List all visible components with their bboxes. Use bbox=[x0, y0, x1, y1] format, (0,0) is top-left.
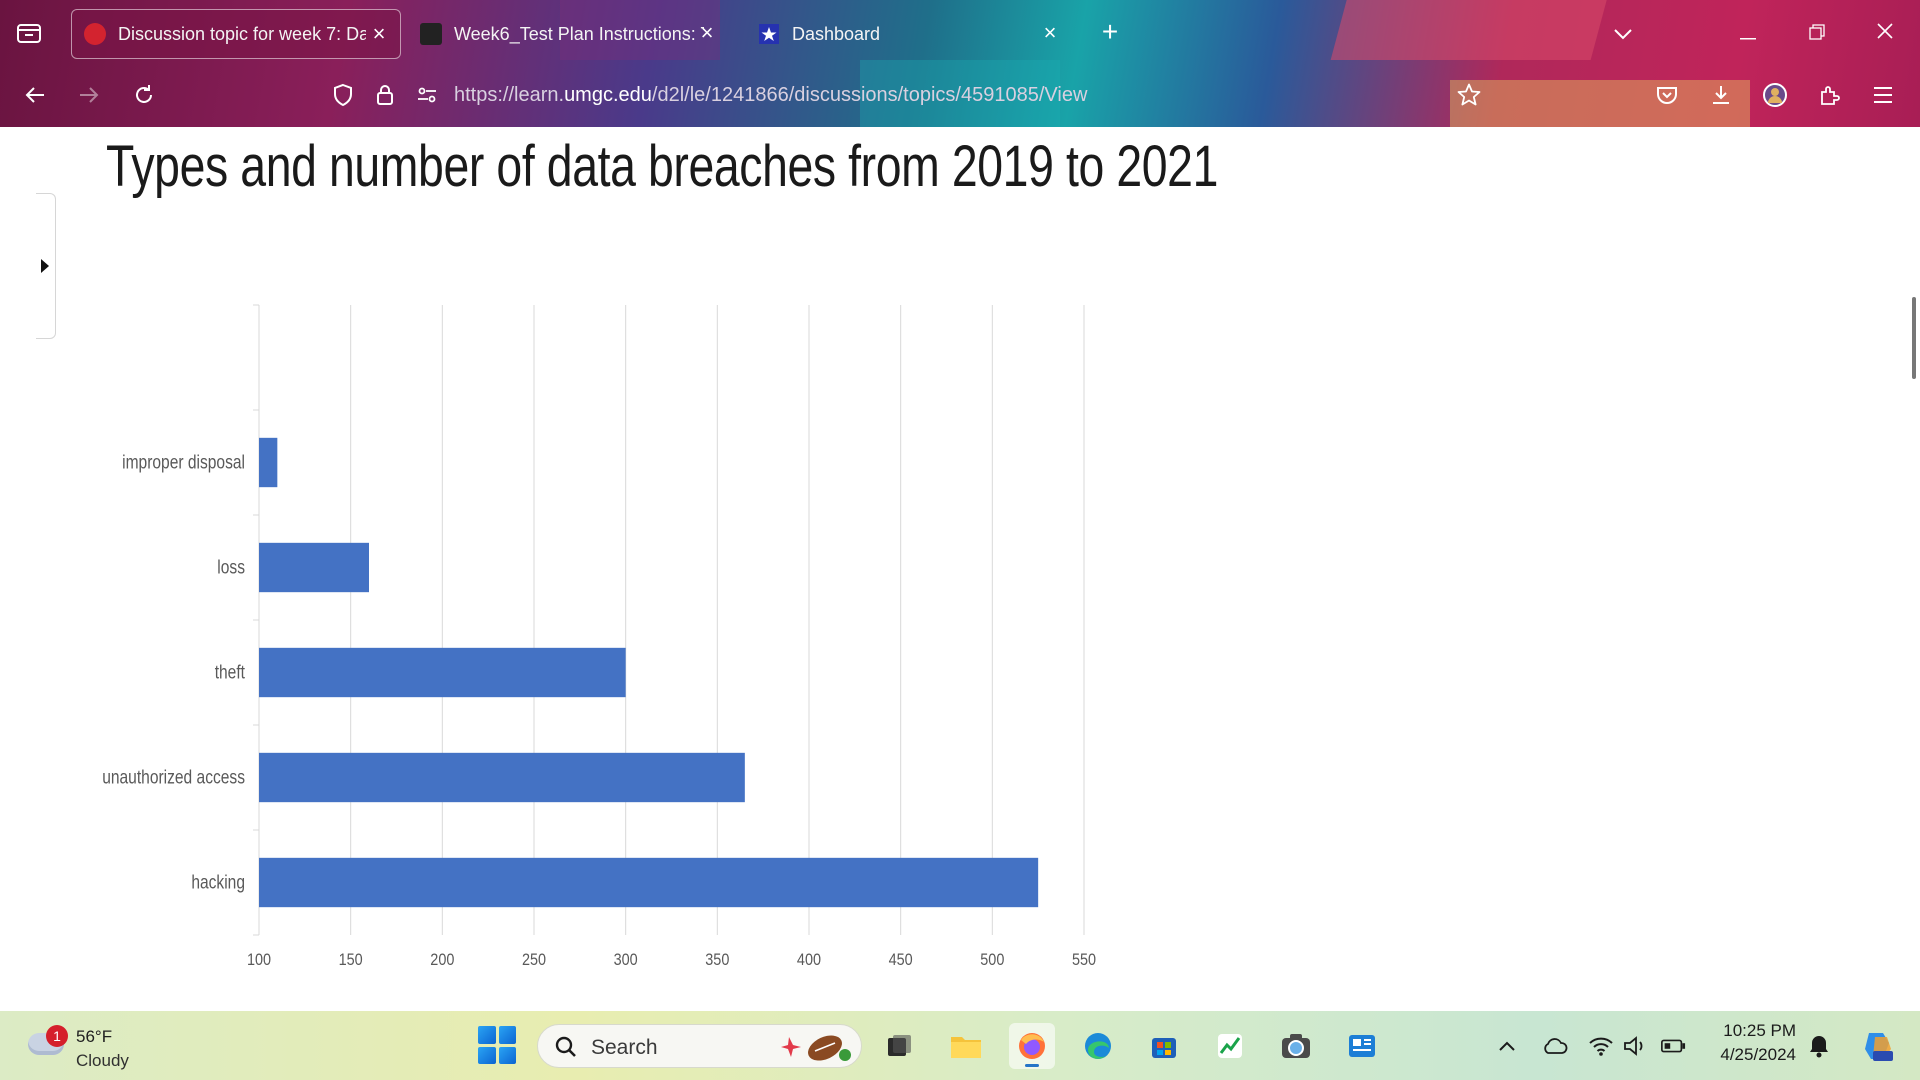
url-domain: umgc.edu bbox=[564, 84, 652, 106]
x-tick-label: 250 bbox=[522, 951, 546, 969]
news-app-icon[interactable] bbox=[1339, 1023, 1385, 1069]
category-label: unauthorized access bbox=[102, 766, 245, 788]
tab-title: Discussion topic for week 7: Dat bbox=[118, 23, 366, 44]
document-favicon-icon bbox=[420, 23, 442, 45]
bar bbox=[259, 752, 745, 803]
bar-chart: 100 150 200 250 300 350 400 450 500 550 improper d… bbox=[102, 304, 1096, 969]
edge-icon[interactable] bbox=[1075, 1023, 1121, 1069]
reload-icon[interactable] bbox=[127, 78, 161, 112]
scrollbar-thumb[interactable] bbox=[1912, 297, 1916, 379]
search-placeholder: Search bbox=[591, 1036, 658, 1059]
lock-icon[interactable] bbox=[368, 78, 402, 112]
wifi-icon[interactable] bbox=[1588, 1033, 1614, 1059]
close-tab-icon[interactable]: × bbox=[368, 23, 390, 45]
close-tab-icon[interactable]: × bbox=[696, 22, 718, 44]
weather-temperature: 56°F bbox=[76, 1027, 113, 1046]
x-tick-label: 100 bbox=[247, 951, 271, 969]
show-hidden-icons-chevron-icon[interactable] bbox=[1494, 1033, 1520, 1059]
browser-chrome: Discussion topic for week 7: Dat × Week6… bbox=[0, 0, 1920, 127]
new-tab-icon[interactable]: + bbox=[1095, 18, 1125, 48]
x-tick-label: 500 bbox=[980, 951, 1004, 969]
x-tick-label: 150 bbox=[339, 951, 363, 969]
start-button[interactable] bbox=[478, 1026, 516, 1064]
permissions-icon[interactable] bbox=[410, 78, 444, 112]
list-all-tabs-icon[interactable] bbox=[1606, 16, 1640, 50]
bar bbox=[259, 542, 369, 593]
bar bbox=[259, 647, 626, 698]
notification-badge: 1 bbox=[46, 1025, 68, 1047]
notification-bell-icon[interactable] bbox=[1806, 1033, 1832, 1059]
category-label: hacking bbox=[191, 871, 245, 893]
tab-discussion[interactable]: Discussion topic for week 7: Dat × bbox=[71, 9, 401, 59]
tab-title: Week6_Test Plan Instructions: Th bbox=[454, 23, 704, 44]
account-avatar-icon[interactable] bbox=[1758, 78, 1792, 112]
firefox-taskbar-icon[interactable] bbox=[1009, 1023, 1055, 1069]
url-path: /d2l/le/1241866/discussions/topics/45910… bbox=[651, 84, 1088, 106]
minimize-icon[interactable] bbox=[1731, 16, 1765, 50]
page-content: Types and number of data breaches from 2… bbox=[0, 127, 1920, 1011]
clock-date: 4/25/2024 bbox=[1720, 1045, 1796, 1064]
weather-condition: Cloudy bbox=[76, 1051, 129, 1070]
camera-icon[interactable] bbox=[1273, 1023, 1319, 1069]
battery-icon[interactable] bbox=[1660, 1033, 1686, 1059]
clock-time: 10:25 PM bbox=[1723, 1021, 1796, 1040]
weather-widget[interactable]: 1 56°F Cloudy bbox=[26, 1019, 186, 1071]
category-label: improper disposal bbox=[122, 451, 245, 473]
x-tick-label: 300 bbox=[614, 951, 638, 969]
taskbar: 1 56°F Cloudy Search 10:25 PM 4/25/2024 bbox=[0, 1011, 1920, 1080]
x-tick-label: 550 bbox=[1072, 951, 1096, 969]
url-bar[interactable]: https://learn.umgc.edu/d2l/le/1241866/di… bbox=[454, 84, 1087, 107]
volume-icon[interactable] bbox=[1622, 1033, 1648, 1059]
star-favicon-icon bbox=[758, 23, 780, 45]
firefox-view-icon[interactable] bbox=[14, 18, 44, 48]
back-icon[interactable] bbox=[18, 78, 52, 112]
extensions-icon[interactable] bbox=[1812, 78, 1846, 112]
task-view-icon[interactable] bbox=[876, 1023, 922, 1069]
bar bbox=[259, 437, 278, 488]
file-explorer-icon[interactable] bbox=[943, 1023, 989, 1069]
tracking-protection-shield-icon[interactable] bbox=[326, 78, 360, 112]
downloads-icon[interactable] bbox=[1704, 78, 1738, 112]
restore-icon[interactable] bbox=[1800, 16, 1834, 50]
taskbar-search[interactable]: Search bbox=[537, 1024, 862, 1068]
umgc-favicon-icon bbox=[84, 23, 106, 45]
category-label: theft bbox=[215, 661, 245, 683]
copilot-icon[interactable] bbox=[1858, 1026, 1898, 1066]
close-window-icon[interactable] bbox=[1868, 16, 1902, 50]
stocks-chart-app-icon[interactable] bbox=[1207, 1023, 1253, 1069]
tab-dashboard[interactable]: Dashboard × bbox=[746, 9, 1071, 59]
system-clock[interactable]: 10:25 PM 4/25/2024 bbox=[1700, 1021, 1796, 1065]
close-tab-icon[interactable]: × bbox=[1039, 22, 1061, 44]
x-tick-label: 350 bbox=[705, 951, 729, 969]
category-label: loss bbox=[217, 556, 245, 578]
bar bbox=[259, 857, 1039, 908]
x-tick-label: 450 bbox=[889, 951, 913, 969]
url-prefix: https://learn. bbox=[454, 84, 565, 106]
tab-title: Dashboard bbox=[792, 23, 881, 44]
x-tick-label: 400 bbox=[797, 951, 821, 969]
nav-bar: https://learn.umgc.edu/d2l/le/1241866/di… bbox=[0, 64, 1920, 127]
bookmark-star-icon[interactable] bbox=[1452, 78, 1486, 112]
tab-bar: Discussion topic for week 7: Dat × Week6… bbox=[0, 0, 1920, 64]
menu-icon[interactable] bbox=[1866, 78, 1900, 112]
forward-icon[interactable] bbox=[72, 78, 106, 112]
tab-test-plan[interactable]: Week6_Test Plan Instructions: Th × bbox=[408, 9, 728, 59]
x-tick-label: 200 bbox=[430, 951, 454, 969]
microsoft-store-icon[interactable] bbox=[1141, 1023, 1187, 1069]
search-icon bbox=[555, 1036, 576, 1057]
onedrive-cloud-icon[interactable] bbox=[1542, 1033, 1568, 1059]
pocket-icon[interactable] bbox=[1650, 78, 1684, 112]
search-highlight-icon bbox=[781, 1035, 851, 1061]
